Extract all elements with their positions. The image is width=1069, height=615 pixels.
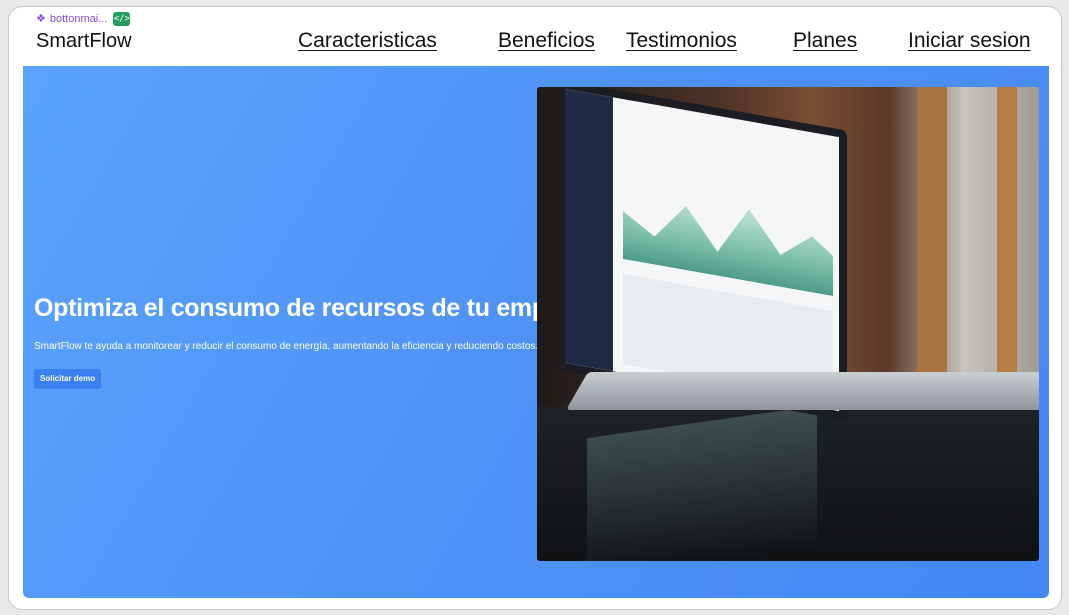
page-frame: ❖ bottonmai... </> SmartFlow Caracterist… (8, 6, 1062, 610)
hero-title: Optimiza el consumo de recursos de tu em… (34, 294, 598, 322)
dashboard-sidebar (565, 88, 613, 372)
component-icon: ❖ (36, 12, 46, 25)
nav-link-beneficios[interactable]: Beneficios (498, 29, 595, 53)
hero-laptop-image (537, 87, 1039, 561)
component-label: ❖ bottonmai... (36, 13, 107, 25)
code-icon[interactable]: </> (113, 12, 131, 26)
nav-link-planes[interactable]: Planes (793, 29, 857, 53)
request-demo-button[interactable]: Solicitar demo (34, 369, 102, 389)
laptop-keyboard-base (566, 372, 1039, 410)
nav-link-caracteristicas[interactable]: Caracteristicas (298, 29, 437, 53)
component-tag[interactable]: ❖ bottonmai... </> (36, 12, 131, 26)
image-door-frame (917, 87, 947, 407)
dashboard-area-chart (623, 179, 833, 296)
hero-subtitle: SmartFlow te ayuda a monitorear y reduci… (34, 341, 539, 352)
laptop-screen (557, 87, 847, 421)
top-navbar: SmartFlow Caracteristicas Beneficios Tes… (9, 27, 1061, 63)
brand-logo-text[interactable]: SmartFlow (36, 30, 132, 53)
image-door-frame-right (997, 87, 1017, 407)
nav-link-iniciar-sesion[interactable]: Iniciar sesion (908, 29, 1031, 53)
nav-link-testimonios[interactable]: Testimonios (626, 29, 737, 53)
hero-section: Optimiza el consumo de recursos de tu em… (23, 66, 1049, 598)
component-name: bottonmai... (49, 13, 108, 25)
dashboard-screen (565, 88, 839, 412)
